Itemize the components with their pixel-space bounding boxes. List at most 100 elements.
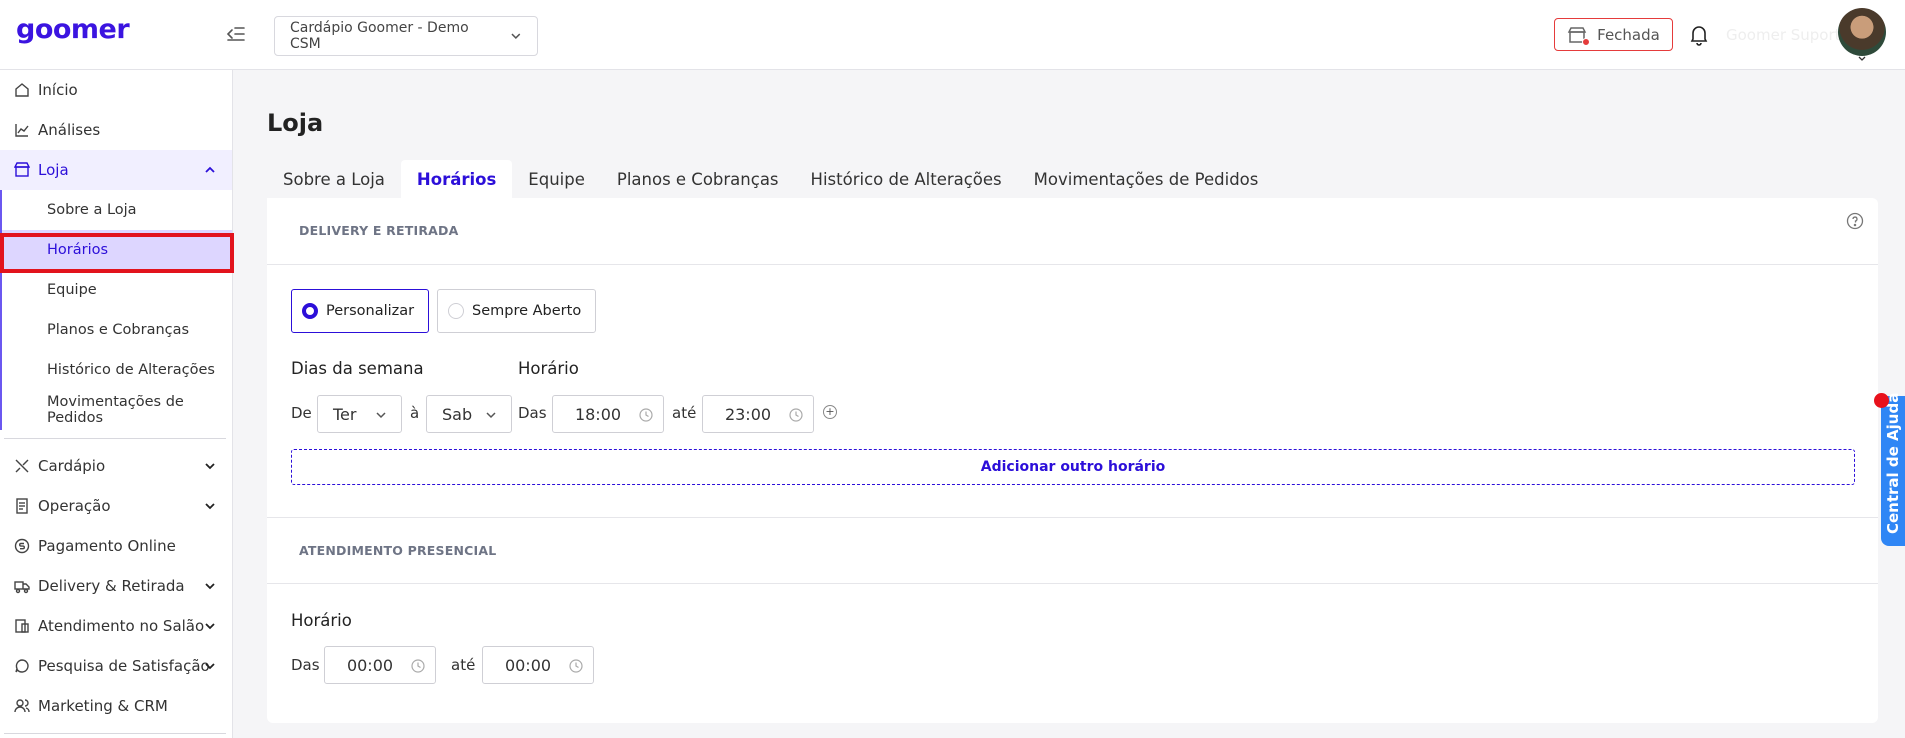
sidebar-item-operacao[interactable]: Operação xyxy=(0,486,232,526)
sidebar-subitem-label: Movimentações de Pedidos xyxy=(47,394,184,426)
collapse-sidebar-icon[interactable] xyxy=(222,21,248,47)
chevron-down-icon xyxy=(205,623,215,630)
sidebar-item-inicio[interactable]: Início xyxy=(0,70,232,110)
store-closed-icon xyxy=(1567,26,1591,46)
tab-horarios[interactable]: Horários xyxy=(400,160,513,198)
tab-planos[interactable]: Planos e Cobranças xyxy=(601,160,795,198)
chevron-down-icon[interactable] xyxy=(1858,56,1866,62)
chevron-down-icon xyxy=(205,463,215,470)
radio-personalizar[interactable]: Personalizar xyxy=(291,289,430,333)
chevron-up-icon xyxy=(205,166,215,173)
presencial-time-from-input[interactable]: 00:00 xyxy=(324,646,436,684)
sidebar-item-marketing[interactable]: Marketing & CRM xyxy=(0,686,232,726)
sidebar-item-label: Pesquisa de Satisfação xyxy=(38,657,210,675)
user-name[interactable]: Goomer Suporte xyxy=(1726,26,1850,44)
help-center-tab[interactable]: Central de Ajuda xyxy=(1881,393,1905,546)
tab-sobre-a-loja[interactable]: Sobre a Loja xyxy=(267,160,401,198)
chevron-down-icon xyxy=(511,33,521,39)
store-status-label: Fechada xyxy=(1597,25,1660,44)
sidebar-item-label: Marketing & CRM xyxy=(38,697,168,715)
presencial-time-from-value: 00:00 xyxy=(346,655,394,675)
notification-bell-icon[interactable] xyxy=(1689,24,1709,46)
time-from-label: Das xyxy=(518,404,547,422)
day-to-select[interactable]: Sab xyxy=(426,395,512,433)
sidebar-item-label: Cardápio xyxy=(38,457,106,475)
avatar[interactable] xyxy=(1838,8,1886,56)
sidebar-item-atendimento[interactable]: Atendimento no Salão xyxy=(0,606,232,646)
tab-movimentacoes[interactable]: Movimentações de Pedidos xyxy=(1018,160,1275,198)
time-to-value: 23:00 xyxy=(724,404,772,424)
tab-bar: Sobre a Loja Horários Equipe Planos e Co… xyxy=(267,160,1274,198)
tab-equipe[interactable]: Equipe xyxy=(512,160,601,198)
goomer-logo[interactable]: goomer xyxy=(16,14,130,45)
to-day-label: à xyxy=(410,404,420,422)
add-schedule-button[interactable]: Adicionar outro horário xyxy=(291,449,1855,485)
sidebar-item-label: Operação xyxy=(38,497,111,515)
chevron-down-icon xyxy=(205,503,215,510)
day-from-select[interactable]: Ter xyxy=(317,395,402,433)
users-icon xyxy=(14,699,30,713)
chart-icon xyxy=(15,124,29,137)
delivery-icon xyxy=(14,581,30,594)
radio-sempre-aberto[interactable]: Sempre Aberto xyxy=(437,289,597,333)
sidebar-item-pesquisa[interactable]: Pesquisa de Satisfação xyxy=(0,646,232,686)
sidebar-subitem-historico[interactable]: Histórico de Alterações xyxy=(0,350,232,390)
presencial-from-label: Das xyxy=(291,656,320,674)
presencial-time-to-input[interactable]: 00:00 xyxy=(482,646,594,684)
presencial-to-label: até xyxy=(451,656,476,674)
time-to-input[interactable]: 23:00 xyxy=(702,395,814,433)
day-to-value: Sab xyxy=(442,404,473,424)
radio-label: Sempre Aberto xyxy=(472,303,582,319)
sidebar-subitem-label: Histórico de Alterações xyxy=(47,362,215,378)
sidebar-item-delivery[interactable]: Delivery & Retirada xyxy=(0,566,232,606)
store-status-button[interactable]: Fechada xyxy=(1554,18,1673,51)
time-from-input[interactable]: 18:00 xyxy=(552,395,664,433)
add-interval-icon[interactable]: + xyxy=(823,405,837,419)
section-divider xyxy=(267,583,1878,584)
sidebar-item-label: Delivery & Retirada xyxy=(38,577,185,595)
radio-label: Personalizar xyxy=(326,303,415,319)
clock-icon xyxy=(789,408,803,422)
home-icon xyxy=(15,83,29,97)
top-bar: goomer Cardápio Goomer - Demo CSM Fechad… xyxy=(0,0,1905,70)
hours-label: Horário xyxy=(518,359,579,378)
sidebar-divider xyxy=(4,438,226,439)
sidebar-subitem-planos[interactable]: Planos e Cobranças xyxy=(0,310,232,350)
sidebar-item-label: Início xyxy=(38,81,78,99)
sidebar-item-analises[interactable]: Análises xyxy=(0,110,232,150)
page-title: Loja xyxy=(267,109,324,137)
clock-icon xyxy=(569,659,583,673)
help-notification-dot xyxy=(1874,393,1889,408)
sidebar-item-cardapio[interactable]: Cardápio xyxy=(0,446,232,486)
store-selector[interactable]: Cardápio Goomer - Demo CSM xyxy=(274,16,538,56)
from-day-label: De xyxy=(291,404,312,422)
sidebar-item-loja[interactable]: Loja xyxy=(0,150,232,190)
section-divider xyxy=(267,264,1878,265)
time-to-label: até xyxy=(672,404,697,422)
sidebar-subitem-label: Sobre a Loja xyxy=(47,202,137,218)
sidebar-item-label: Análises xyxy=(38,121,101,139)
sidebar-subitem-label: Planos e Cobranças xyxy=(47,322,190,338)
sidebar-subitem-equipe[interactable]: Equipe xyxy=(0,270,232,310)
sidebar-subitem-sobre-a-loja[interactable]: Sobre a Loja xyxy=(0,190,232,230)
sidebar-item-label: Pagamento Online xyxy=(38,537,176,555)
time-from-value: 18:00 xyxy=(574,404,622,424)
section-divider xyxy=(267,517,1878,518)
sidebar: Início Análises Loja Sobre a Loja Horári… xyxy=(0,70,234,738)
sidebar-subitem-movimentacoes[interactable]: Movimentações de Pedidos xyxy=(0,390,232,430)
presencial-hours-label: Horário xyxy=(291,611,352,630)
clock-icon xyxy=(639,408,653,422)
schedule-card: DELIVERY E RETIRADA Personalizar Sempre … xyxy=(267,198,1878,723)
days-label: Dias da semana xyxy=(291,359,424,378)
chevron-down-icon xyxy=(205,663,215,670)
sidebar-subitem-label: Equipe xyxy=(47,282,97,298)
help-icon[interactable] xyxy=(1846,212,1864,230)
dollar-icon xyxy=(14,538,30,554)
tab-historico[interactable]: Histórico de Alterações xyxy=(795,160,1018,198)
store-selector-label: Cardápio Goomer - Demo CSM xyxy=(290,20,469,52)
presencial-section-title: ATENDIMENTO PRESENCIAL xyxy=(299,543,497,558)
day-from-value: Ter xyxy=(333,404,357,424)
table-icon xyxy=(15,619,29,633)
radio-selected-icon xyxy=(302,303,318,319)
sidebar-item-pagamento[interactable]: Pagamento Online xyxy=(0,526,232,566)
